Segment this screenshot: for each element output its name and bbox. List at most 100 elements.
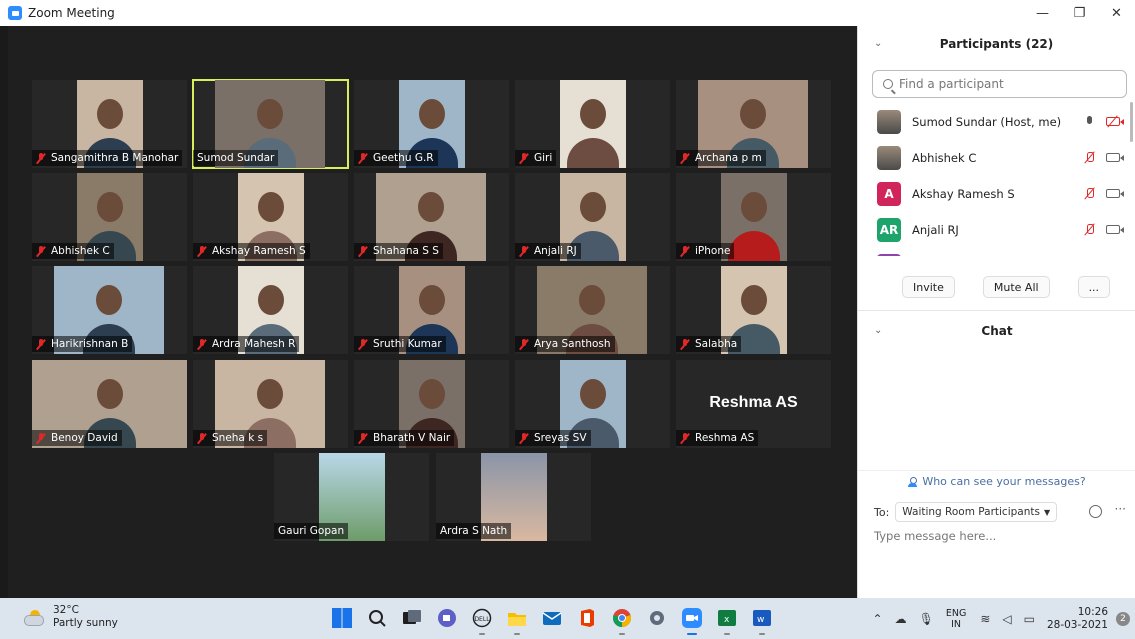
restore-button[interactable]: ❐ bbox=[1061, 0, 1098, 26]
camera-icon[interactable] bbox=[1106, 153, 1124, 162]
chevron-up-icon[interactable]: ⌃ bbox=[873, 612, 883, 626]
volume-icon[interactable]: ◁ bbox=[1002, 612, 1011, 626]
video-tile[interactable]: Sangamithra B Manohar bbox=[32, 80, 187, 168]
wifi-icon[interactable]: ≋ bbox=[980, 612, 990, 626]
task-view-icon[interactable] bbox=[400, 606, 424, 630]
chat-more-button[interactable]: ··· bbox=[1115, 502, 1126, 516]
video-tile[interactable]: Bharath V Nair bbox=[354, 360, 509, 448]
taskbar-apps: DELL x w bbox=[330, 606, 774, 635]
video-tile[interactable]: Salabha bbox=[676, 266, 831, 354]
muted-mic-icon[interactable] bbox=[1084, 187, 1096, 200]
participant-name: Shahana S S bbox=[373, 245, 439, 257]
video-tile[interactable]: Sruthi Kumar bbox=[354, 266, 509, 354]
muted-mic-icon[interactable] bbox=[1084, 223, 1096, 236]
close-button[interactable]: ✕ bbox=[1098, 0, 1135, 26]
clock-time: 10:26 bbox=[1077, 605, 1108, 618]
weather-temp: 32°C bbox=[53, 604, 79, 616]
file-explorer-icon[interactable] bbox=[505, 606, 529, 635]
window-title: Zoom Meeting bbox=[28, 6, 115, 20]
video-tile[interactable]: Gauri Gopan bbox=[274, 453, 429, 541]
who-can-see-link[interactable]: Who can see your messages? bbox=[858, 470, 1135, 492]
more-options-button[interactable]: ... bbox=[1077, 276, 1111, 298]
collapse-chat-icon[interactable]: ⌄ bbox=[874, 325, 882, 336]
video-tile[interactable]: Akshay Ramesh S bbox=[193, 173, 348, 261]
mute-all-button[interactable]: Mute All bbox=[982, 276, 1050, 298]
avatar: AR bbox=[877, 218, 901, 242]
participant-name: Sneha k s bbox=[212, 432, 264, 444]
video-tile[interactable]: Anjali RJ bbox=[515, 173, 670, 261]
participant-row-partial[interactable] bbox=[858, 248, 1130, 256]
muted-mic-icon bbox=[680, 432, 690, 444]
recipient-value: Waiting Room Participants bbox=[902, 506, 1040, 518]
muted-mic-icon[interactable] bbox=[1084, 151, 1096, 164]
participant-list-scrollbar[interactable] bbox=[1130, 102, 1133, 142]
participant-row[interactable]: Abhishek C bbox=[858, 140, 1130, 176]
battery-icon[interactable]: ▭ bbox=[1024, 612, 1035, 626]
zoom-taskbar-icon[interactable] bbox=[680, 606, 704, 635]
participant-name-tag: Akshay Ramesh S bbox=[193, 243, 310, 259]
video-tile[interactable]: Benoy David bbox=[32, 360, 187, 448]
video-tile[interactable]: Sreyas SV bbox=[515, 360, 670, 448]
participant-row[interactable]: Sumod Sundar (Host, me) bbox=[858, 104, 1130, 140]
emoji-icon[interactable] bbox=[1089, 505, 1102, 518]
dell-icon[interactable]: DELL bbox=[470, 606, 494, 635]
recipient-dropdown[interactable]: Waiting Room Participants ▼ bbox=[895, 502, 1058, 522]
camera-icon[interactable] bbox=[1106, 225, 1124, 234]
minimize-button[interactable]: — bbox=[1024, 0, 1061, 26]
person-head bbox=[258, 192, 284, 223]
invite-button[interactable]: Invite bbox=[902, 276, 955, 298]
excel-icon[interactable]: x bbox=[715, 606, 739, 635]
muted-mic-icon bbox=[680, 152, 690, 164]
search-icon[interactable] bbox=[365, 606, 389, 630]
muted-mic-icon bbox=[36, 338, 46, 350]
settings-gear-icon[interactable] bbox=[645, 606, 669, 630]
video-tile[interactable]: Geethu G.R bbox=[354, 80, 509, 168]
video-tile[interactable]: Sneha k s bbox=[193, 360, 348, 448]
office-icon[interactable] bbox=[575, 606, 599, 630]
person-head bbox=[97, 99, 123, 130]
participant-search-input[interactable]: Find a participant bbox=[872, 70, 1127, 98]
avatar: A bbox=[877, 182, 901, 206]
video-tile[interactable]: Abhishek C bbox=[32, 173, 187, 261]
participant-name-tag: Sangamithra B Manohar bbox=[32, 150, 183, 166]
participant-row[interactable]: AR Anjali RJ bbox=[858, 212, 1130, 248]
weather-widget[interactable]: 32°C Partly sunny bbox=[24, 604, 118, 630]
video-tile[interactable]: Shahana S S bbox=[354, 173, 509, 261]
word-icon[interactable]: w bbox=[750, 606, 774, 635]
onedrive-cloud-icon[interactable]: ☁ bbox=[895, 612, 907, 626]
muted-mic-icon bbox=[36, 152, 46, 164]
collapse-participants-icon[interactable]: ⌄ bbox=[874, 38, 882, 49]
microphone-icon[interactable]: 🎙 bbox=[919, 612, 934, 626]
video-tile[interactable]: Giri bbox=[515, 80, 670, 168]
video-tile[interactable]: Ardra Mahesh R bbox=[193, 266, 348, 354]
chrome-icon[interactable] bbox=[610, 606, 634, 635]
video-gallery: Sangamithra B Manohar Sumod Sundar Geethu … bbox=[8, 26, 857, 598]
video-tile[interactable]: Reshma AS Reshma AS bbox=[676, 360, 831, 448]
video-tile[interactable]: Archana p m bbox=[676, 80, 831, 168]
video-tile[interactable]: Harikrishnan B bbox=[32, 266, 187, 354]
participant-name: Ardra S Nath bbox=[440, 525, 508, 537]
participant-row[interactable]: A Akshay Ramesh S bbox=[858, 176, 1130, 212]
notification-badge[interactable]: 2 bbox=[1116, 611, 1130, 626]
video-tile[interactable]: Arya Santhosh bbox=[515, 266, 670, 354]
teams-chat-icon[interactable] bbox=[435, 606, 459, 630]
participant-list: Sumod Sundar (Host, me) Abhishek C A Akshay… bbox=[858, 104, 1130, 256]
clock[interactable]: 10:26 28-03-2021 bbox=[1047, 606, 1108, 632]
camera-off-icon[interactable] bbox=[1106, 117, 1124, 126]
video-tile[interactable]: Sumod Sundar bbox=[192, 79, 349, 169]
muted-mic-icon bbox=[519, 432, 529, 444]
participant-list-name: Akshay Ramesh S bbox=[912, 187, 1015, 201]
mail-icon[interactable] bbox=[540, 606, 564, 630]
video-tile[interactable]: Ardra S Nath bbox=[436, 453, 591, 541]
person-body bbox=[567, 138, 619, 168]
video-tile[interactable]: iPhone bbox=[676, 173, 831, 261]
start-icon[interactable] bbox=[330, 606, 354, 630]
camera-icon[interactable] bbox=[1106, 189, 1124, 198]
participant-name-tag: Ardra Mahesh R bbox=[193, 336, 300, 352]
microphone-icon[interactable] bbox=[1084, 115, 1096, 128]
language-indicator[interactable]: ENG IN bbox=[946, 608, 966, 630]
participant-name: Sreyas SV bbox=[534, 432, 587, 444]
chat-message-input[interactable]: Type message here... bbox=[874, 529, 996, 543]
windows-taskbar: 32°C Partly sunny DELL x w ⌃ ☁ 🎙 ENG IN … bbox=[0, 598, 1135, 639]
participant-name: Sruthi Kumar bbox=[373, 338, 442, 350]
